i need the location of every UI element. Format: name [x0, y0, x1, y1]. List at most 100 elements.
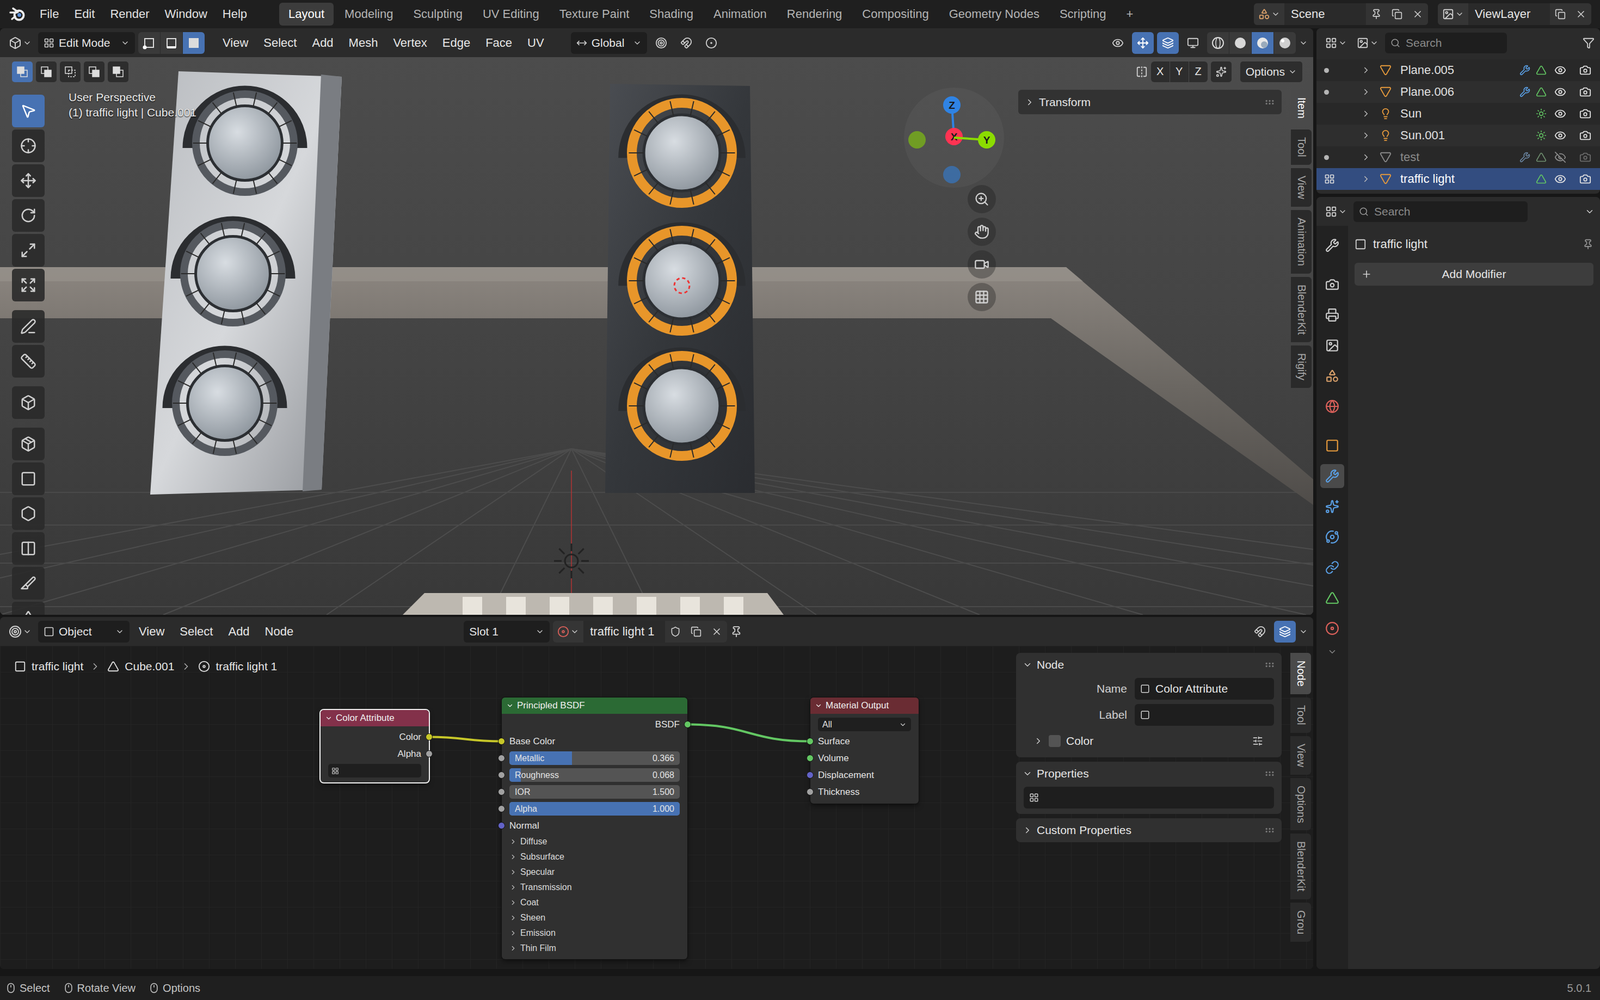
- socket[interactable]: [497, 805, 506, 813]
- sidebar-tab[interactable]: Tool: [1290, 129, 1312, 165]
- header-menu[interactable]: Face: [479, 32, 519, 54]
- socket[interactable]: [806, 737, 814, 746]
- light-data-icon[interactable]: [1535, 130, 1547, 141]
- sidebar-tab[interactable]: Animation: [1290, 210, 1312, 274]
- node-link[interactable]: [687, 724, 811, 742]
- blender-menu[interactable]: [5, 3, 30, 26]
- edit-toggle-dot[interactable]: [1324, 155, 1329, 160]
- object-name[interactable]: traffic light: [1397, 171, 1534, 187]
- edit-toggle-dot[interactable]: [1324, 68, 1329, 73]
- panel-header[interactable]: Node: [1016, 653, 1282, 678]
- eye-icon[interactable]: [1554, 64, 1567, 77]
- visibility-button[interactable]: [1106, 32, 1129, 54]
- copy-icon[interactable]: [1554, 8, 1566, 20]
- text-field[interactable]: Color Attribute: [1134, 678, 1275, 700]
- close-icon[interactable]: [1575, 8, 1587, 20]
- eye-icon[interactable]: [1554, 129, 1567, 142]
- menu-item[interactable]: Window: [157, 3, 215, 25]
- outliner-row[interactable]: Sun: [1316, 102, 1600, 125]
- node-canvas[interactable]: traffic lightCube.001traffic light 1Colo…: [0, 645, 1314, 970]
- workspace-tab[interactable]: Shading: [640, 2, 703, 26]
- tool-button[interactable]: [11, 94, 45, 128]
- properties-tab[interactable]: [1320, 272, 1345, 297]
- close-icon[interactable]: [711, 626, 723, 638]
- workspace-tab[interactable]: Compositing: [852, 2, 938, 26]
- header-menu[interactable]: View: [216, 32, 255, 54]
- editor-type-button[interactable]: [5, 32, 35, 54]
- pin-icon[interactable]: [1370, 8, 1382, 20]
- workspace-tab[interactable]: Modeling: [335, 2, 403, 26]
- properties-tab[interactable]: [1320, 555, 1345, 580]
- gizmo-axis[interactable]: Y: [954, 131, 996, 149]
- header-menu[interactable]: Add: [222, 621, 256, 643]
- sidebar-tab[interactable]: BlenderKit: [1290, 277, 1312, 343]
- mesh-data-icon[interactable]: [1535, 64, 1547, 76]
- attribute-field[interactable]: [1023, 786, 1275, 809]
- xray-button[interactable]: [1182, 32, 1204, 54]
- shader-type-dropdown[interactable]: Object: [38, 620, 130, 643]
- selection-op-button[interactable]: [35, 61, 57, 83]
- header-menu[interactable]: View: [132, 621, 171, 643]
- object-name[interactable]: Plane.006: [1397, 84, 1518, 100]
- view-layer-selector[interactable]: ViewLayer: [1437, 3, 1592, 26]
- workspace-tab[interactable]: Rendering: [777, 2, 852, 26]
- menu-item[interactable]: Render: [102, 3, 157, 25]
- properties-tab[interactable]: [1320, 586, 1345, 611]
- mesh-data-icon[interactable]: [1535, 151, 1547, 163]
- topology-mirror-button[interactable]: [1210, 61, 1232, 83]
- node-panel[interactable]: Coat: [501, 895, 688, 911]
- target-select[interactable]: All: [817, 717, 912, 732]
- header-menu[interactable]: Mesh: [342, 32, 385, 54]
- shading-button[interactable]: [1229, 32, 1252, 54]
- expand-icon[interactable]: [1361, 87, 1371, 97]
- node-link[interactable]: [428, 737, 502, 742]
- eye-icon[interactable]: [1554, 107, 1567, 120]
- properties-tab[interactable]: [1320, 464, 1345, 489]
- eye-icon[interactable]: [1554, 173, 1567, 186]
- socket[interactable]: [497, 788, 506, 796]
- orientation-dropdown[interactable]: Global: [570, 32, 648, 54]
- object-name[interactable]: Sun.001: [1397, 128, 1534, 143]
- outliner-row[interactable]: Plane.005: [1316, 59, 1600, 82]
- chevron-down-icon[interactable]: [1584, 206, 1595, 217]
- socket[interactable]: [425, 750, 433, 758]
- panel-header[interactable]: Custom Properties: [1016, 818, 1282, 843]
- breadcrumb-item[interactable]: Cube.001: [107, 660, 175, 674]
- header-menu[interactable]: Add: [305, 32, 340, 54]
- render-camera-icon[interactable]: [1579, 107, 1592, 120]
- edit-toggle-dot[interactable]: [1324, 89, 1329, 95]
- attribute-field[interactable]: [328, 764, 422, 778]
- value-slider[interactable]: Roughness0.068: [509, 768, 680, 783]
- workspace-tab[interactable]: UV Editing: [473, 2, 549, 26]
- socket[interactable]: [806, 754, 814, 762]
- render-camera-icon[interactable]: [1579, 173, 1592, 186]
- ortho-button[interactable]: [967, 282, 996, 312]
- select-mode-button[interactable]: [160, 32, 183, 54]
- value-slider[interactable]: Metallic0.366: [509, 751, 680, 766]
- proportional-button[interactable]: [700, 32, 723, 54]
- sidebar-tab[interactable]: Node: [1290, 653, 1312, 695]
- socket[interactable]: [497, 754, 506, 762]
- eye-closed-icon[interactable]: [1554, 151, 1567, 164]
- render-camera-icon[interactable]: [1579, 151, 1592, 164]
- tool-button[interactable]: [11, 497, 45, 531]
- mesh-data-icon[interactable]: [1535, 86, 1547, 98]
- object-name[interactable]: test: [1397, 150, 1518, 165]
- tool-button[interactable]: [11, 601, 45, 615]
- light-data-icon[interactable]: [1535, 108, 1547, 120]
- workspace-tab[interactable]: Texture Paint: [550, 2, 639, 26]
- node-header[interactable]: Principled BSDF: [501, 697, 688, 715]
- tool-button[interactable]: [11, 427, 45, 461]
- node-panel[interactable]: Emission: [501, 925, 688, 941]
- sidebar-tab[interactable]: Item: [1290, 89, 1312, 127]
- copy-icon[interactable]: [690, 626, 702, 638]
- node-panel[interactable]: Diffuse: [501, 834, 688, 850]
- select-mode-button[interactable]: [138, 32, 160, 54]
- workspace-tab[interactable]: Sculpting: [403, 2, 472, 26]
- sidebar-tab[interactable]: View: [1290, 736, 1312, 775]
- tool-button[interactable]: [11, 567, 45, 600]
- socket[interactable]: [684, 721, 692, 729]
- search-input[interactable]: [1373, 204, 1523, 219]
- modifier-icon[interactable]: [1519, 86, 1531, 98]
- blender-logo-icon[interactable]: [8, 5, 27, 23]
